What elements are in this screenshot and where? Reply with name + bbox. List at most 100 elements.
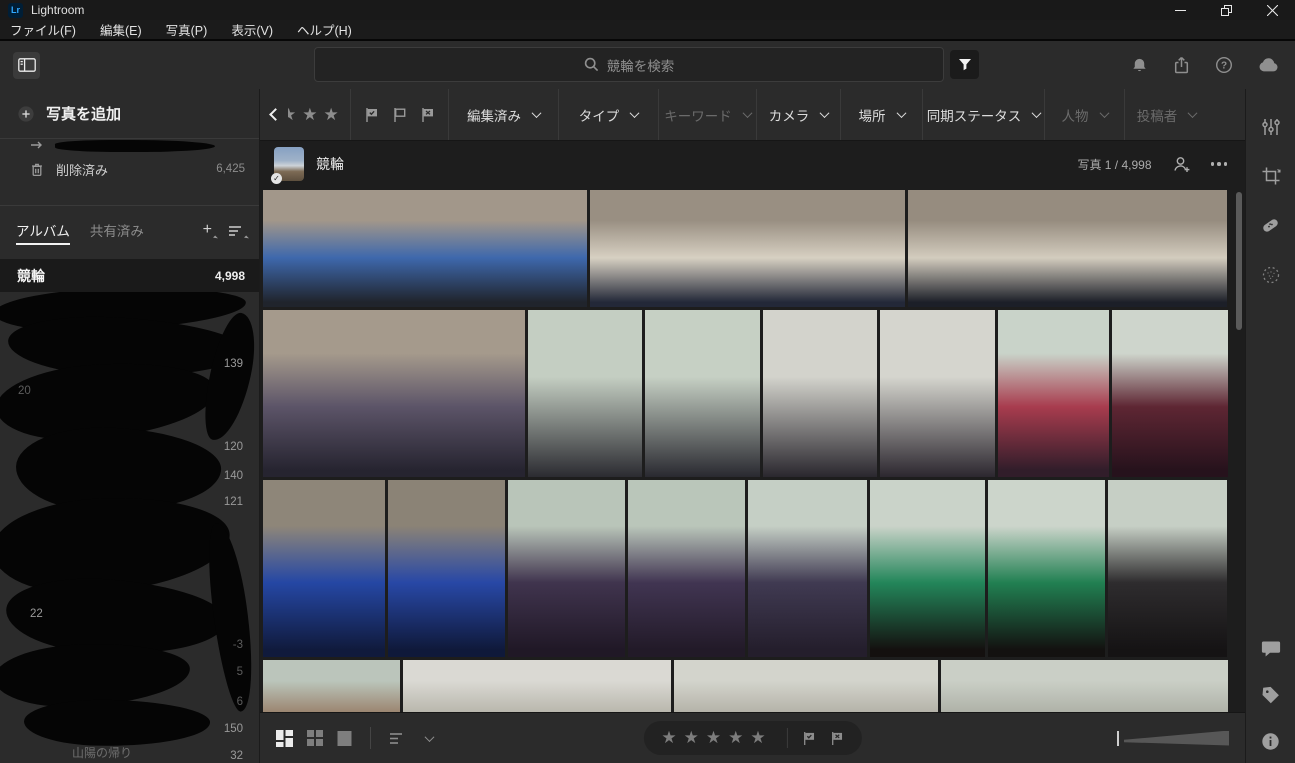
photo-thumbnail[interactable] <box>988 480 1105 657</box>
filter-button[interactable] <box>950 50 979 79</box>
filter-contributor-dropdown[interactable]: 投稿者 <box>1124 89 1208 140</box>
search-input[interactable]: 競輪を検索 <box>314 47 944 82</box>
healing-brush-icon[interactable] <box>1260 215 1281 236</box>
filter-camera-dropdown[interactable]: カメラ <box>756 89 840 140</box>
menu-edit[interactable]: 編集(E) <box>100 20 142 39</box>
sidebar-item-clipped[interactable] <box>0 139 259 153</box>
square-grid-view-icon[interactable] <box>307 730 323 746</box>
menu-help[interactable]: ヘルプ(H) <box>297 20 352 39</box>
restore-button[interactable] <box>1203 0 1249 20</box>
photo-thumbnail[interactable] <box>941 660 1228 712</box>
photo-thumbnail[interactable] <box>590 190 905 307</box>
menu-file[interactable]: ファイル(F) <box>10 20 76 39</box>
star-rating-control[interactable]: ★★★★★ <box>661 728 772 748</box>
sort-albums-button[interactable] <box>228 225 243 237</box>
tab-albums[interactable]: アルバム <box>16 206 70 253</box>
photo-thumbnail[interactable] <box>263 310 525 477</box>
photo-thumbnail[interactable] <box>748 480 867 657</box>
scroll-left-icon[interactable] <box>269 108 282 121</box>
funnel-icon <box>958 58 972 71</box>
sidebar: 写真を追加 削除済み 6,425 アルバム <box>0 89 260 763</box>
album-count: 120 <box>224 441 243 453</box>
single-photo-view-icon[interactable] <box>337 730 352 747</box>
filter-label: 人物 <box>1062 105 1089 125</box>
photo-thumbnail[interactable] <box>880 310 995 477</box>
album-count: 32 <box>230 750 243 762</box>
photo-thumbnail[interactable] <box>528 310 642 477</box>
chevron-down-icon <box>630 108 640 118</box>
filter-label: タイプ <box>579 105 620 125</box>
filter-type-dropdown[interactable]: タイプ <box>558 89 658 140</box>
photo-thumbnail[interactable] <box>263 660 400 712</box>
crop-rotate-icon[interactable] <box>1261 166 1281 186</box>
photo-thumbnail[interactable] <box>870 480 985 657</box>
help-icon[interactable]: ? <box>1215 56 1233 74</box>
menu-photo[interactable]: 写真(P) <box>166 20 208 39</box>
flag-pick-icon[interactable] <box>802 731 816 746</box>
flag-reject-icon[interactable] <box>830 731 844 746</box>
filter-people-dropdown[interactable]: 人物 <box>1044 89 1124 140</box>
filter-location-dropdown[interactable]: 場所 <box>840 89 922 140</box>
create-album-button[interactable]: + <box>203 223 212 237</box>
photo-grid-row <box>263 660 1245 712</box>
chevron-down-icon <box>1032 108 1042 118</box>
album-count: 140 <box>224 470 243 482</box>
album-title: 競輪 <box>316 154 344 174</box>
redacted-album-list: 1392012014012122-35615032山陽の帰り <box>0 292 259 763</box>
menu-view[interactable]: 表示(V) <box>231 20 273 39</box>
search-icon <box>584 57 599 72</box>
slider-thumb[interactable] <box>1117 731 1119 746</box>
flag-unflagged-icon[interactable] <box>392 107 407 123</box>
photo-thumbnail[interactable] <box>908 190 1227 307</box>
filter-sync-status-dropdown[interactable]: 同期ステータス <box>922 89 1044 140</box>
filter-flags[interactable] <box>350 89 448 140</box>
photo-thumbnail[interactable] <box>1108 480 1227 657</box>
filter-label: 編集済み <box>467 105 521 125</box>
grid-scrollbar[interactable] <box>1236 192 1242 330</box>
photo-thumbnail[interactable] <box>1112 310 1228 477</box>
photo-thumbnail[interactable] <box>674 660 938 712</box>
filter-label: キーワード <box>664 105 732 125</box>
sort-order-icon[interactable] <box>389 732 406 745</box>
close-button[interactable] <box>1249 0 1295 20</box>
cloud-sync-icon[interactable] <box>1258 58 1279 72</box>
photo-thumbnail[interactable] <box>403 660 671 712</box>
slider-track[interactable] <box>1124 731 1229 746</box>
photo-thumbnail[interactable] <box>508 480 625 657</box>
filter-edited-dropdown[interactable]: 編集済み <box>448 89 558 140</box>
filter-rating[interactable]: ★ ★ ★ <box>260 89 350 140</box>
photo-grid-view-icon[interactable] <box>276 730 293 747</box>
edit-sliders-icon[interactable] <box>1261 117 1281 137</box>
share-icon[interactable] <box>1173 56 1190 74</box>
add-photos-button[interactable]: 写真を追加 <box>0 89 259 139</box>
plus-icon: + <box>203 221 212 238</box>
photo-thumbnail[interactable] <box>388 480 505 657</box>
keyword-tag-icon[interactable] <box>1261 685 1281 705</box>
album-count: 20 <box>18 385 31 397</box>
more-options-icon[interactable] <box>1211 162 1228 166</box>
album-item-keirin[interactable]: 競輪 4,998 <box>0 259 259 292</box>
add-people-icon[interactable] <box>1172 155 1191 174</box>
chevron-down-icon[interactable] <box>425 732 435 742</box>
tab-shared[interactable]: 共有済み <box>90 206 144 253</box>
photo-thumbnail[interactable] <box>628 480 745 657</box>
masking-icon[interactable] <box>1261 265 1281 285</box>
deleted-label: 削除済み <box>56 160 108 179</box>
flag-reject-icon[interactable] <box>420 107 435 123</box>
filter-keyword-dropdown[interactable]: キーワード <box>658 89 756 140</box>
flag-pick-icon[interactable] <box>364 107 379 123</box>
sidebar-item-deleted[interactable]: 削除済み 6,425 <box>0 153 259 185</box>
my-photos-panel-toggle-button[interactable] <box>13 52 40 79</box>
photo-thumbnail[interactable] <box>998 310 1109 477</box>
comments-icon[interactable] <box>1261 640 1281 658</box>
notifications-bell-icon[interactable] <box>1131 57 1148 74</box>
chevron-down-icon <box>1099 108 1109 118</box>
info-icon[interactable] <box>1261 732 1280 751</box>
photo-thumbnail[interactable] <box>645 310 760 477</box>
minimize-button[interactable] <box>1157 0 1203 20</box>
album-name-partial: 山陽の帰り <box>72 744 132 761</box>
thumbnail-size-slider[interactable] <box>1117 731 1229 746</box>
photo-thumbnail[interactable] <box>263 480 385 657</box>
photo-thumbnail[interactable] <box>263 190 587 307</box>
photo-thumbnail[interactable] <box>763 310 877 477</box>
